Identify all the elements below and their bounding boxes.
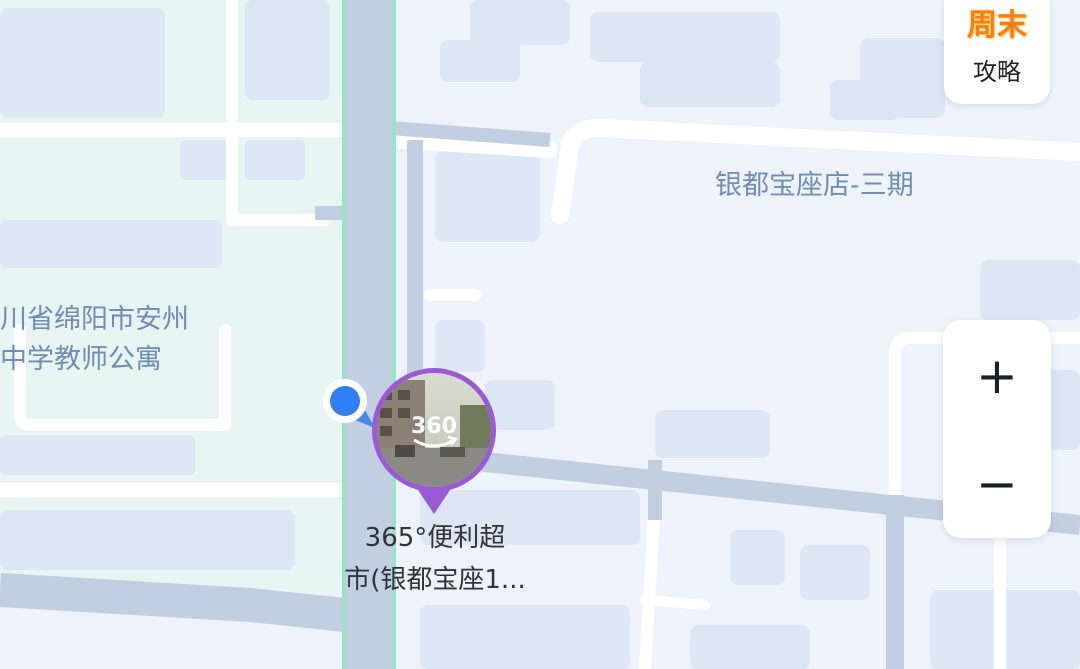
minus-icon: − [976,455,1018,513]
location-dot [330,386,360,416]
badge-360-text: 360 [411,414,457,439]
guide-label: 攻略 [973,58,1021,86]
poi-name-line2[interactable]: 市(银都宝座1... [320,560,550,600]
zoom-in-button[interactable]: + [943,322,1051,430]
weekend-badge: 周末 [967,8,1027,43]
apartment-label-line1[interactable]: 川省绵阳市安州 [0,300,189,340]
plus-icon: + [976,347,1018,405]
mall-label[interactable]: 银都宝座店-三期 [715,166,914,206]
poi-name-line1[interactable]: 365°便利超 [320,518,550,558]
apartment-label-line2[interactable]: 中学教师公寓 [0,340,162,380]
zoom-control: + − [943,320,1051,538]
weekend-guide-button[interactable]: 周末 攻略 [944,0,1050,104]
zoom-out-button[interactable]: − [943,430,1051,538]
